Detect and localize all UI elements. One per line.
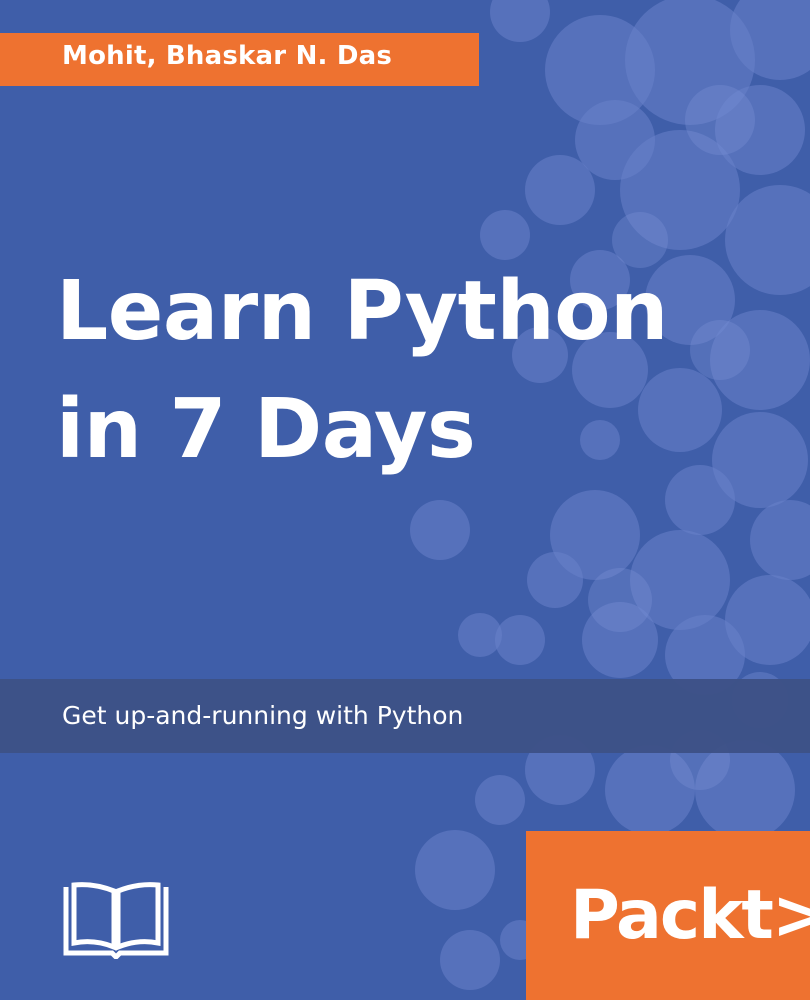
open-book-icon (63, 882, 169, 959)
book-cover: Mohit, Bhaskar N. Das Learn Python in 7 … (0, 0, 810, 1000)
book-title-line-1: Learn Python (56, 264, 668, 359)
book-title-line-2: in 7 Days (56, 382, 476, 477)
publisher-logo: Packt> (570, 876, 810, 955)
book-subtitle: Get up-and-running with Python (62, 701, 464, 730)
author-name: Mohit, Bhaskar N. Das (62, 41, 393, 71)
